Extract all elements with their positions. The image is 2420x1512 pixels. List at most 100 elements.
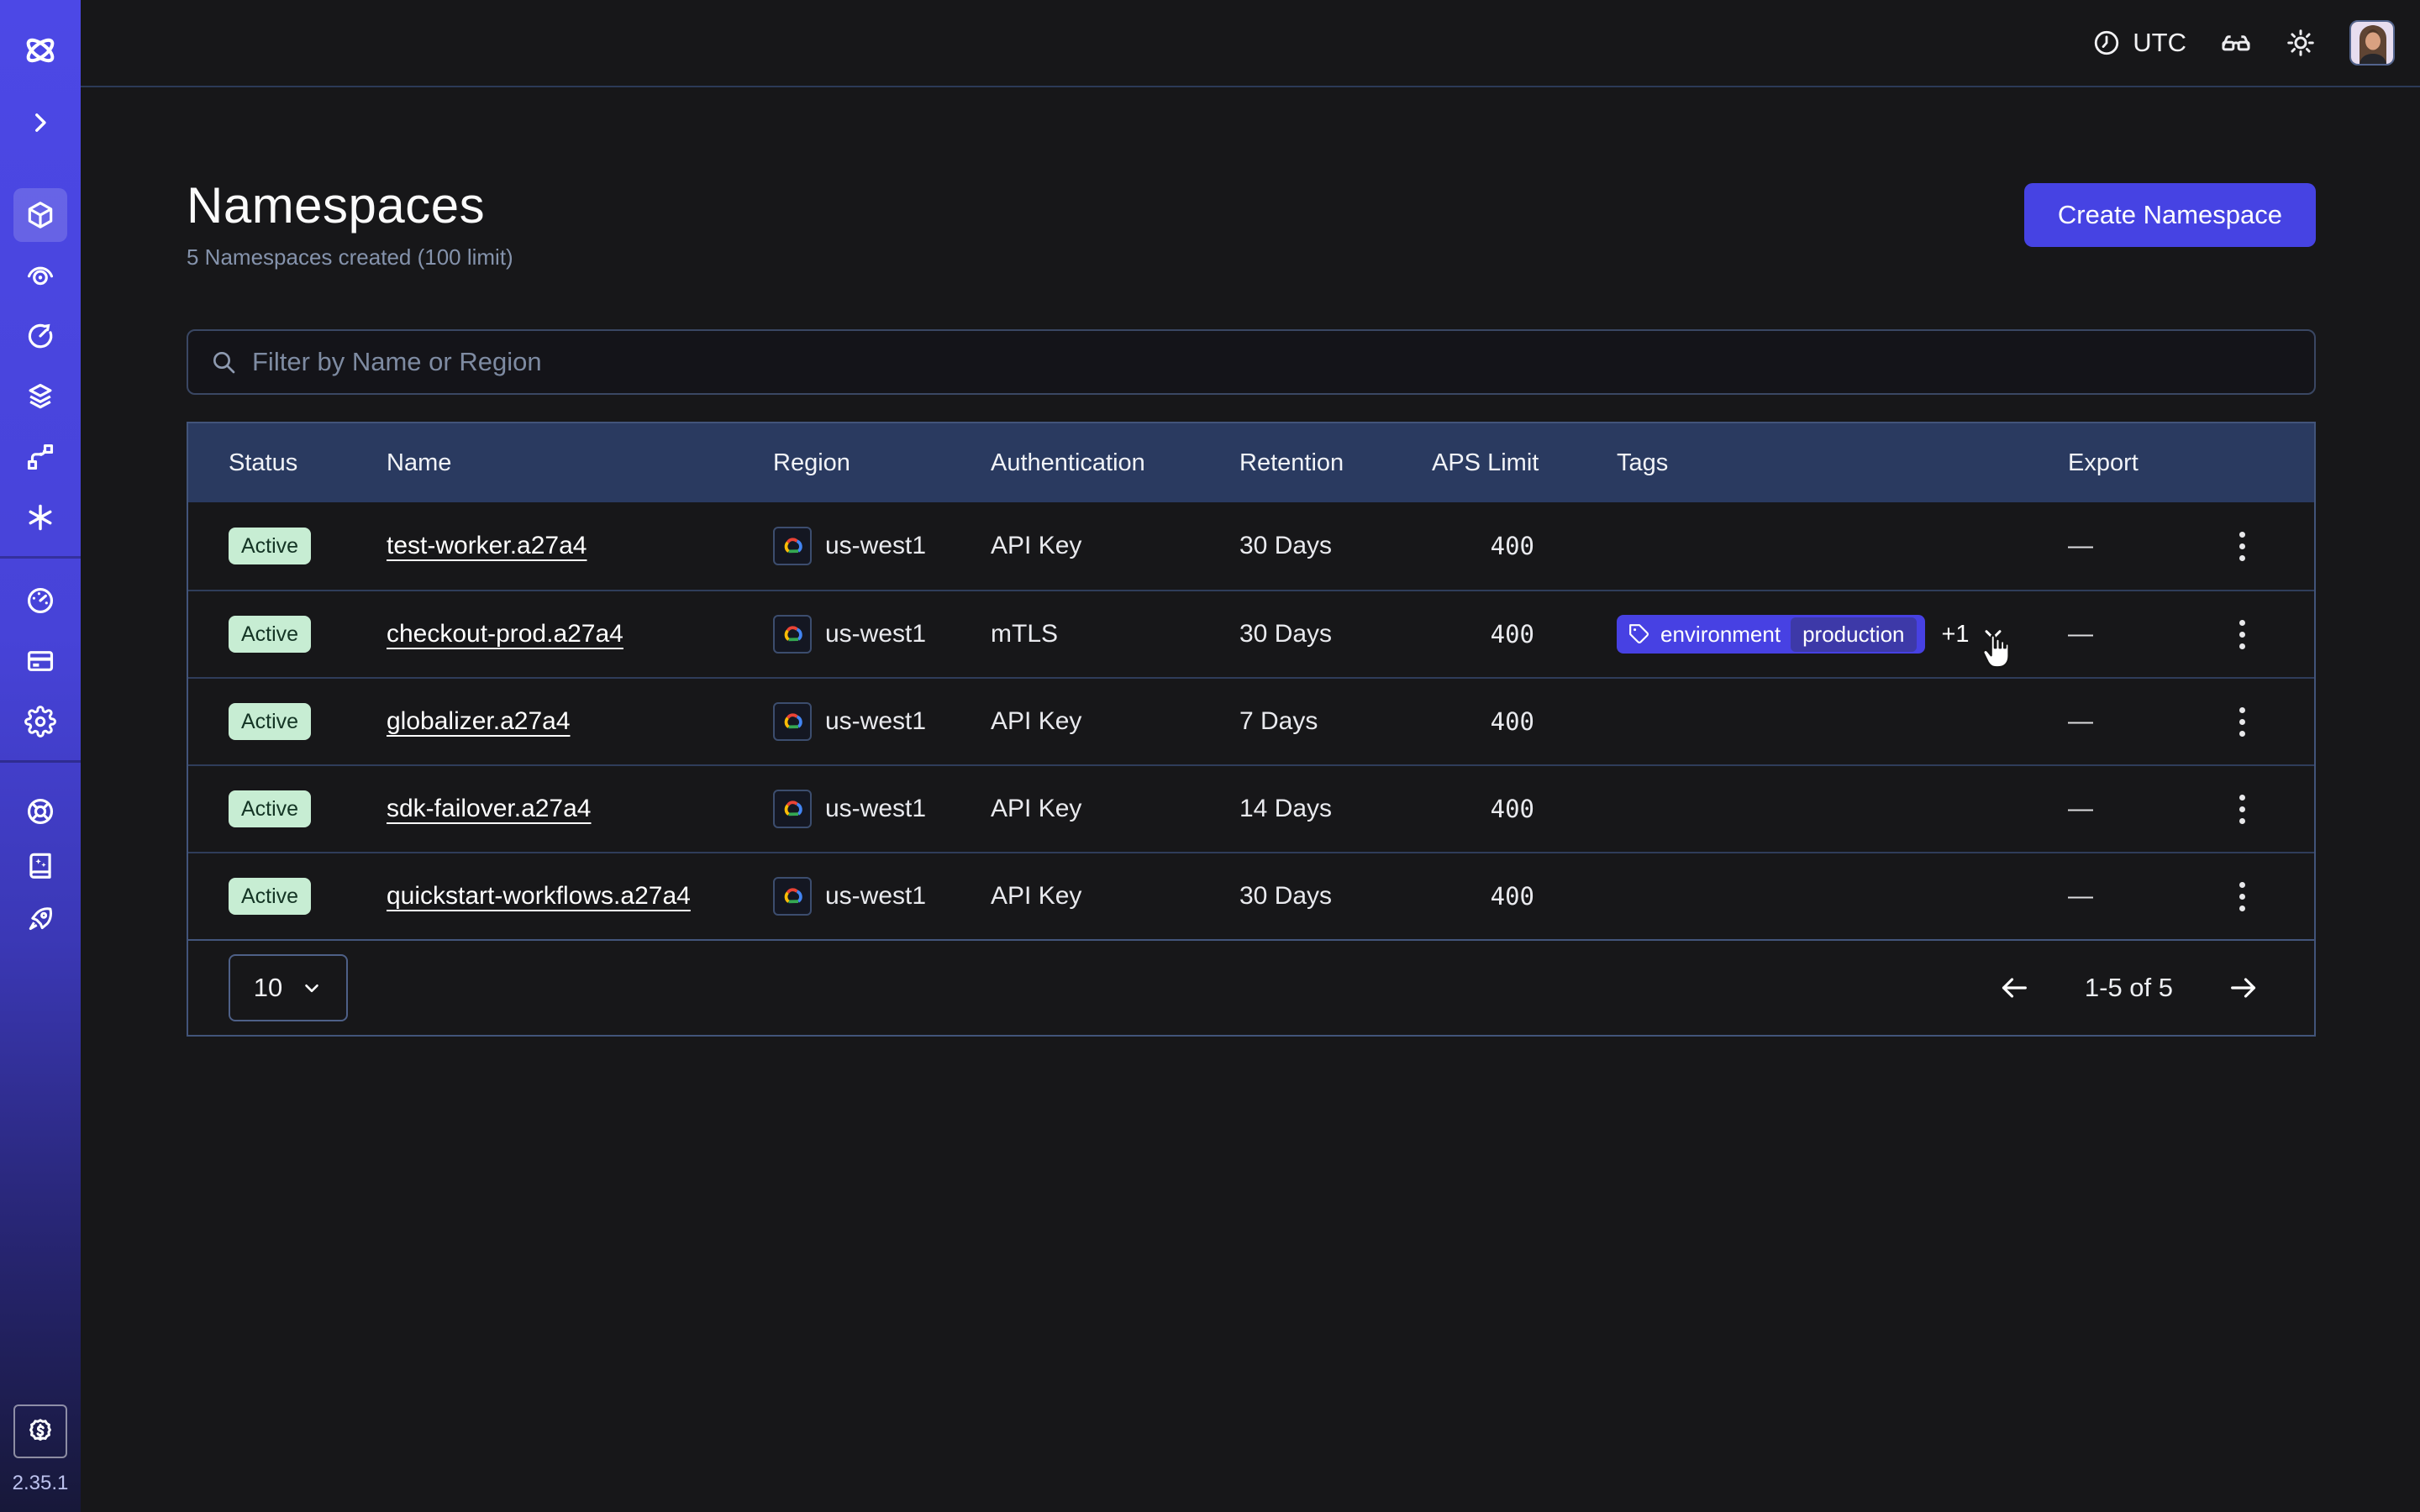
gcp-cloud-icon: [773, 702, 812, 741]
export-value: —: [2068, 620, 2093, 648]
filter-bar: [187, 329, 2316, 395]
retention-value: 14 Days: [1239, 795, 1432, 823]
row-menu-kebab-icon[interactable]: [2234, 615, 2250, 654]
sidebar-expand-chevron-icon[interactable]: [13, 96, 67, 150]
region-label: us-west1: [825, 795, 926, 823]
sidebar-item-settings[interactable]: [13, 695, 67, 748]
namespace-link[interactable]: quickstart-workflows.a27a4: [387, 882, 691, 910]
export-value: —: [2068, 882, 2093, 911]
temporal-logo-icon: [13, 24, 67, 77]
sidebar-item-deployments[interactable]: [13, 370, 67, 423]
column-header-name[interactable]: Name: [387, 449, 773, 477]
namespaces-table: Status Name Region Authentication Retent…: [187, 422, 2316, 1037]
timezone-label: UTC: [2133, 28, 2186, 58]
row-menu-kebab-icon[interactable]: [2234, 790, 2250, 829]
tag-pill[interactable]: environment production: [1617, 615, 1925, 654]
tag-icon: [1628, 623, 1650, 645]
sidebar-item-batch-operations[interactable]: [13, 491, 67, 544]
timezone-selector[interactable]: UTC: [2092, 28, 2186, 58]
sidebar-item-usage[interactable]: [13, 574, 67, 627]
export-value: —: [2068, 707, 2093, 736]
gcp-cloud-icon: [773, 615, 812, 654]
sidebar-item-nexus[interactable]: [13, 430, 67, 484]
app-version: 2.35.1: [13, 1472, 69, 1495]
pagination-range: 1-5 of 5: [2085, 973, 2173, 1003]
sidebar-nav-primary: [13, 188, 67, 551]
sidebar-item-billing[interactable]: [13, 634, 67, 688]
tag-value: production: [1791, 617, 1916, 652]
gcp-cloud-icon: [773, 877, 812, 916]
export-value: —: [2068, 795, 2093, 823]
page-title: Namespaces: [187, 176, 513, 234]
aps-limit-value: 400: [1432, 882, 1534, 911]
tags-more-count: +1: [1942, 621, 1970, 648]
auth-method: API Key: [991, 707, 1239, 736]
clock-icon: [2092, 29, 2121, 57]
sidebar: 2.35.1: [0, 0, 81, 1512]
status-badge: Active: [229, 878, 311, 915]
sidebar-nav-help: [13, 785, 67, 946]
namespace-link[interactable]: test-worker.a27a4: [387, 532, 587, 559]
table-row: Active globalizer.a27a4 us-west1 API: [188, 677, 2314, 764]
aps-limit-value: 400: [1432, 707, 1534, 736]
status-badge: Active: [229, 616, 311, 653]
sidebar-item-monitoring[interactable]: [13, 249, 67, 302]
status-badge: Active: [229, 528, 311, 564]
column-header-authentication[interactable]: Authentication: [991, 449, 1239, 477]
aps-limit-value: 400: [1432, 620, 1534, 648]
auth-method: API Key: [991, 795, 1239, 823]
row-menu-kebab-icon[interactable]: [2234, 702, 2250, 742]
user-avatar[interactable]: [2349, 20, 2395, 66]
sidebar-item-get-started[interactable]: [13, 892, 67, 946]
retention-value: 30 Days: [1239, 882, 1432, 911]
gcp-cloud-icon: [773, 527, 812, 565]
table-row: Active quickstart-workflows.a27a4 us-wes…: [188, 852, 2314, 939]
table-row: Active test-worker.a27a4 us-west1 API: [188, 502, 2314, 590]
sidebar-divider: [0, 760, 81, 763]
theme-toggle-sun-icon[interactable]: [2286, 28, 2316, 58]
row-menu-kebab-icon[interactable]: [2234, 527, 2250, 566]
sidebar-item-schedules[interactable]: [13, 309, 67, 363]
chevron-down-icon: [301, 977, 323, 999]
sidebar-divider: [0, 556, 81, 559]
page-size-select[interactable]: 10: [229, 954, 348, 1021]
sidebar-item-support[interactable]: [13, 785, 67, 838]
auth-method: API Key: [991, 532, 1239, 560]
column-header-status[interactable]: Status: [229, 449, 387, 477]
status-badge: Active: [229, 703, 311, 740]
table-row: Active sdk-failover.a27a4 us-west1 AP: [188, 764, 2314, 852]
namespace-link[interactable]: sdk-failover.a27a4: [387, 795, 592, 822]
namespace-link[interactable]: checkout-prod.a27a4: [387, 620, 623, 648]
page-content: Namespaces 5 Namespaces created (100 lim…: [81, 87, 2420, 1037]
namespace-link[interactable]: globalizer.a27a4: [387, 707, 571, 735]
region-label: us-west1: [825, 882, 926, 911]
pricing-badge-button[interactable]: [13, 1404, 67, 1458]
status-badge: Active: [229, 790, 311, 827]
region-label: us-west1: [825, 707, 926, 736]
badge-dollar-icon: [25, 1416, 55, 1446]
row-menu-kebab-icon[interactable]: [2234, 877, 2250, 916]
tags-expand-chevron-icon[interactable]: [1980, 621, 2007, 648]
gcp-cloud-icon: [773, 790, 812, 828]
retention-value: 30 Days: [1239, 532, 1432, 560]
sidebar-item-docs[interactable]: [13, 838, 67, 892]
glasses-icon[interactable]: [2220, 27, 2252, 59]
next-page-arrow-icon[interactable]: [2227, 971, 2260, 1005]
column-header-aps-limit[interactable]: APS Limit: [1432, 449, 1534, 477]
auth-method: API Key: [991, 882, 1239, 911]
sidebar-item-namespaces[interactable]: [13, 188, 67, 242]
tag-key: environment: [1660, 622, 1781, 648]
page-size-value: 10: [254, 973, 282, 1003]
table-header-row: Status Name Region Authentication Retent…: [188, 423, 2314, 502]
topbar: UTC: [81, 0, 2420, 87]
column-header-export[interactable]: Export: [2068, 449, 2274, 477]
previous-page-arrow-icon[interactable]: [1997, 971, 2031, 1005]
retention-value: 30 Days: [1239, 620, 1432, 648]
filter-input[interactable]: [252, 347, 2292, 377]
column-header-region[interactable]: Region: [773, 449, 991, 477]
create-namespace-button[interactable]: Create Namespace: [2024, 183, 2316, 247]
aps-limit-value: 400: [1432, 795, 1534, 823]
column-header-tags[interactable]: Tags: [1617, 449, 2068, 477]
column-header-retention[interactable]: Retention: [1239, 449, 1432, 477]
region-label: us-west1: [825, 532, 926, 560]
